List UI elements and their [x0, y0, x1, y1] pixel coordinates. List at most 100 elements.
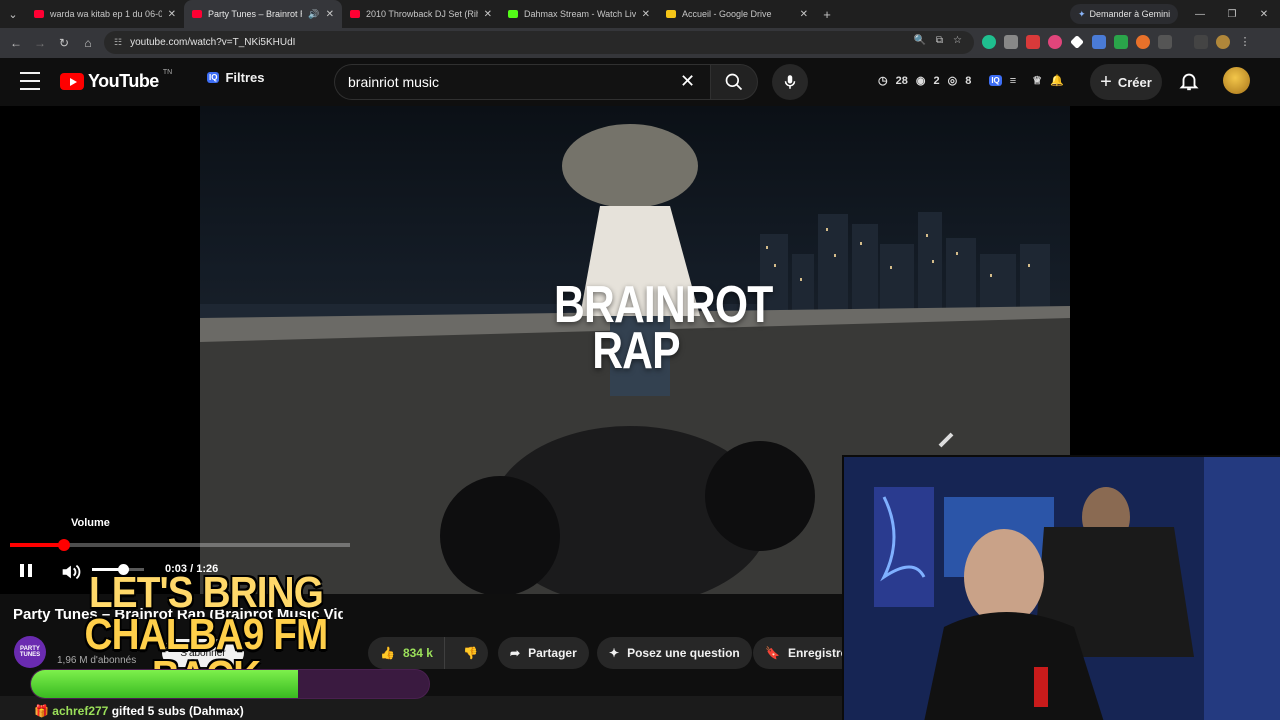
youtube-logo[interactable]: YouTube TN [60, 69, 172, 92]
omnibox-actions: 🔍 ⧉ ☆ [913, 35, 962, 46]
extension-icons: ⋮ [982, 35, 1252, 49]
back-arrow-icon[interactable]: ← [4, 31, 28, 55]
like-count: 834 k [402, 646, 433, 660]
filters-button[interactable]: IQ Filtres [207, 70, 264, 85]
extension-stats: ◷ 28 ◉ 2 ◎ 8 IQ ≡ ♕ 🔔 [878, 74, 1064, 88]
zoom-icon[interactable]: 🔍 [913, 35, 925, 46]
extension-green-square-icon[interactable] [1114, 35, 1128, 49]
address-bar[interactable]: ☷ youtube.com/watch?v=T_NKi5KHUdI 🔍 ⧉ ☆ [104, 31, 974, 54]
tab-title: 2010 Throwback DJ Set (Rihanna [366, 9, 478, 19]
search-query: brainriot music [348, 74, 440, 90]
drive-favicon-icon [666, 10, 676, 18]
tab-title: Party Tunes – Brainrot Rap [208, 9, 302, 19]
progress-bar[interactable] [10, 539, 350, 551]
pause-button[interactable] [18, 562, 36, 580]
notifications-bell-icon[interactable] [1178, 70, 1200, 97]
like-button[interactable]: 👍 834 k [368, 637, 445, 669]
search-icon [725, 73, 743, 91]
voice-search-button[interactable] [772, 64, 808, 100]
thumbs-down-icon: 👎 [462, 646, 478, 660]
microphone-icon [784, 75, 796, 89]
ask-question-button[interactable]: ✦ Posez une question [597, 637, 752, 669]
youtube-favicon-icon [192, 10, 202, 18]
gift-icon: 🎁 [34, 704, 49, 718]
dislike-button[interactable]: 👎 [453, 646, 488, 660]
extension-pink-icon[interactable] [1048, 35, 1062, 49]
home-icon[interactable]: ⌂ [76, 31, 100, 55]
search-button[interactable] [710, 64, 758, 100]
list-icon[interactable]: ≡ [1010, 75, 1016, 87]
gift-sub-notice: 🎁 achref277 gifted 5 subs (Dahmax) [34, 704, 244, 718]
browser-menu-icon[interactable]: ⋮ [1238, 35, 1252, 49]
profile-avatar-icon[interactable] [1216, 35, 1230, 49]
share-arrow-icon: ➦ [510, 646, 521, 660]
create-label: Créer [1117, 74, 1152, 90]
sub-goal-bar [30, 669, 430, 699]
youtube-favicon-icon [350, 10, 360, 18]
account-avatar[interactable] [1223, 67, 1250, 94]
youtube-favicon-icon [34, 10, 44, 18]
channel-avatar[interactable]: PARTY TUNES [14, 636, 46, 668]
filters-label: Filtres [225, 70, 265, 85]
progress-played [10, 543, 65, 547]
share-button[interactable]: ➦ Partager [498, 637, 589, 669]
extension-red-icon[interactable] [1026, 35, 1040, 49]
bookmark-star-icon[interactable]: ☆ [953, 35, 962, 46]
volume-tooltip: Volume [71, 517, 110, 529]
save-label: Enregistrer [787, 646, 842, 660]
notification-alert-icon[interactable]: 🔔 [1050, 74, 1064, 87]
close-window-icon[interactable]: ✕ [1248, 0, 1280, 28]
iq-extension-icon[interactable]: IQ [989, 75, 1002, 86]
youtube-play-logo-icon [60, 73, 84, 90]
install-app-icon[interactable]: ⧉ [936, 35, 943, 46]
gemini-button[interactable]: ✦ Demander à Gemini [1070, 4, 1179, 24]
stat-views: 8 [965, 74, 972, 87]
minimize-icon[interactable]: — [1184, 0, 1216, 28]
forward-arrow-icon[interactable]: → [28, 31, 52, 55]
trophy-icon[interactable]: ♕ [1032, 74, 1042, 87]
menu-hamburger-icon[interactable] [20, 72, 40, 90]
iq-badge-icon: IQ [207, 72, 220, 83]
window-controls: — ❐ ✕ [1184, 0, 1280, 28]
save-button[interactable]: 🔖 Enregistrer [753, 637, 842, 669]
browser-tab-3[interactable]: Dahmax Stream - Watch Live o ✕ [500, 0, 658, 28]
gifter-username: achref277 [52, 704, 109, 718]
browser-tab-2[interactable]: 2010 Throwback DJ Set (Rihanna ✕ [342, 0, 500, 28]
site-info-icon[interactable]: ☷ [114, 37, 122, 48]
extension-orange-icon[interactable] [1136, 35, 1150, 49]
url-text: youtube.com/watch?v=T_NKi5KHUdI [130, 37, 296, 48]
eye-icon: ◉ [915, 75, 926, 87]
browser-tab-0[interactable]: warda wa kitab ep 1 du 06-06- ✕ [26, 0, 184, 28]
webcam-scene-image [844, 457, 1280, 720]
gift-text: gifted 5 subs (Dahmax) [111, 704, 244, 718]
extension-diamond-icon[interactable] [1070, 35, 1084, 49]
overlay-title-line2: RAP [592, 322, 680, 380]
restore-icon[interactable]: ❐ [1216, 0, 1248, 28]
browser-toolbar: ← → ↻ ⌂ ☷ youtube.com/watch?v=T_NKi5KHUd… [0, 28, 1280, 58]
search-input[interactable]: brainriot music [334, 64, 710, 100]
gemini-label: Demander à Gemini [1089, 9, 1171, 19]
browser-tab-1[interactable]: Party Tunes – Brainrot Rap 🔊 ✕ [184, 0, 342, 28]
extensions-puzzle-icon[interactable] [1158, 35, 1172, 49]
tab-search-chevron-icon[interactable]: ⌄ [0, 0, 26, 28]
clear-search-icon[interactable]: ✕ [680, 71, 695, 91]
speaker-icon[interactable]: 🔊 [308, 9, 319, 20]
extension-camera-icon[interactable] [1004, 35, 1018, 49]
close-tab-icon[interactable]: ✕ [642, 9, 650, 20]
close-tab-icon[interactable]: ✕ [168, 9, 176, 20]
browser-tab-4[interactable]: Accueil - Google Drive ✕ [658, 0, 816, 28]
video-overlay-title: BRAINROT RAP [554, 279, 773, 380]
close-tab-icon[interactable]: ✕ [326, 9, 334, 20]
close-tab-icon[interactable]: ✕ [800, 9, 808, 20]
youtube-wordmark: YouTube [88, 71, 159, 91]
reload-icon[interactable]: ↻ [52, 31, 76, 55]
stream-caption-line1: LET'S BRING [88, 568, 324, 617]
close-tab-icon[interactable]: ✕ [484, 9, 492, 20]
extension-green-icon[interactable] [982, 35, 996, 49]
new-tab-plus-icon[interactable]: + [816, 7, 838, 22]
tab-title: Dahmax Stream - Watch Live o [524, 9, 636, 19]
stat-recent: 28 [895, 74, 908, 87]
create-button[interactable]: + Créer [1090, 64, 1162, 100]
tab-groups-icon[interactable] [1194, 35, 1208, 49]
extension-translate-icon[interactable] [1092, 35, 1106, 49]
